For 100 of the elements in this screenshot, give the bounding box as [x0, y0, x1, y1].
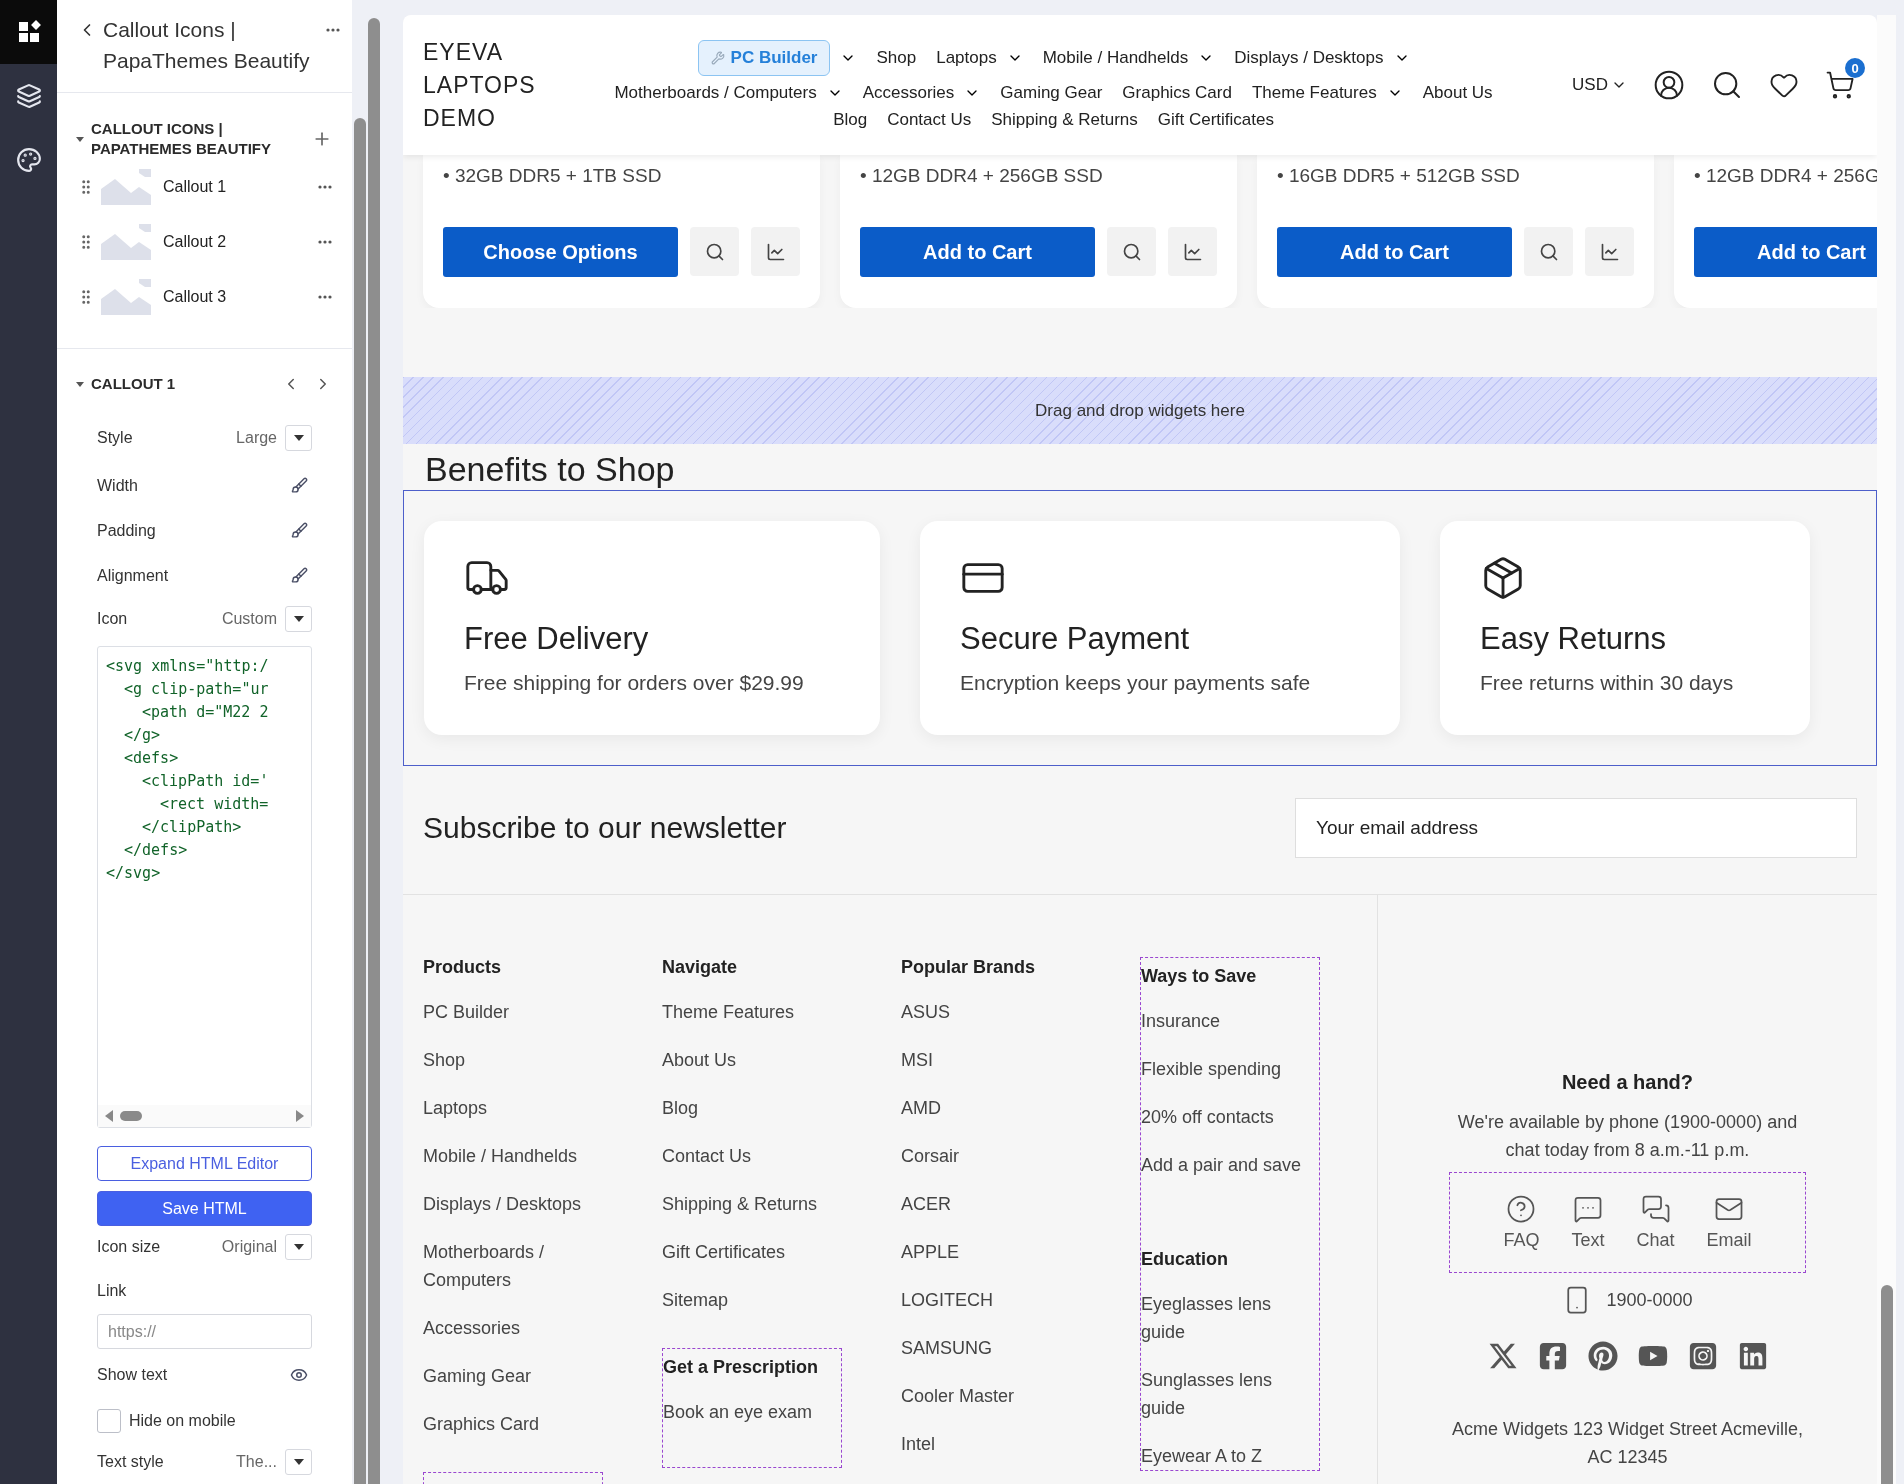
nav-link[interactable]: Motherboards / Computers	[614, 83, 817, 103]
footer-link[interactable]: Accessories	[423, 1314, 603, 1342]
social-link[interactable]	[1737, 1341, 1768, 1371]
add-to-cart-button[interactable]: Add to Cart	[860, 227, 1095, 277]
footer-link[interactable]: Eyewear A to Z	[1141, 1442, 1319, 1470]
contact-button[interactable]: FAQ	[1503, 1194, 1540, 1251]
footer-link[interactable]: Intel	[901, 1430, 1081, 1458]
save-button[interactable]: Save HTML	[97, 1191, 312, 1226]
nav-link[interactable]: Shipping & Returns	[991, 110, 1138, 130]
footer-link[interactable]: Motherboards / Computers	[423, 1238, 603, 1294]
footer-link[interactable]: SAMSUNG	[901, 1334, 1081, 1362]
footer-link[interactable]: APPLE	[901, 1238, 1081, 1266]
callout-item[interactable]: Callout 3	[157, 287, 308, 306]
footer-link[interactable]: MSI	[901, 1046, 1081, 1074]
nav-link[interactable]: Contact Us	[887, 110, 972, 130]
dropdown-button[interactable]	[285, 425, 312, 451]
footer-link[interactable]: LOGITECH	[901, 1286, 1081, 1314]
scrollbar[interactable]	[368, 18, 380, 1484]
social-link[interactable]	[1687, 1341, 1718, 1371]
footer-link[interactable]: Corsair	[901, 1142, 1081, 1170]
dropdown-button[interactable]	[285, 606, 312, 632]
caret-down-icon[interactable]	[75, 134, 85, 144]
footer-link[interactable]: Sitemap	[662, 1286, 842, 1314]
footer-link[interactable]: About Us	[662, 1046, 842, 1074]
footer-link[interactable]: Flexible spending	[1141, 1055, 1319, 1083]
nav-link[interactable]: Accessories	[862, 83, 955, 103]
footer-link[interactable]: Shipping & Returns	[662, 1190, 842, 1218]
field-label: Style	[97, 429, 134, 447]
footer-link[interactable]: Eyeglasses lens guide	[1141, 1290, 1319, 1346]
contact-button[interactable]: Email	[1706, 1194, 1752, 1251]
callout-item[interactable]: Callout 1	[157, 177, 308, 196]
nav-link[interactable]: Displays / Desktops	[1234, 48, 1384, 68]
palette-icon	[15, 147, 42, 173]
nav-link[interactable]: Blog	[833, 110, 868, 130]
add-to-cart-button[interactable]: Add to Cart	[1694, 227, 1877, 277]
footer-link[interactable]: ACER	[901, 1190, 1081, 1218]
store-logo[interactable]: EYEVA LAPTOPS DEMO	[423, 35, 535, 135]
footer-link[interactable]: Add a pair and save	[1141, 1151, 1319, 1179]
caret-down-icon[interactable]	[75, 379, 85, 389]
footer-link[interactable]: Contact Us	[662, 1142, 842, 1170]
footer-link[interactable]: Laptops	[423, 1094, 603, 1122]
search-button[interactable]	[1524, 227, 1573, 276]
footer-link[interactable]: Sunglasses lens guide	[1141, 1366, 1319, 1422]
nav-link[interactable]: Laptops	[936, 48, 997, 68]
section-title: CALLOUT ICONS | PAPATHEMES BEAUTIFY	[91, 119, 272, 159]
footer-link[interactable]: 20% off contacts	[1141, 1103, 1319, 1131]
footer-link[interactable]: Gaming Gear	[423, 1362, 603, 1390]
add-to-cart-button[interactable]: Add to Cart	[1277, 227, 1512, 277]
nav-link[interactable]: Shop	[876, 48, 917, 68]
footer-link[interactable]: Mobile / Handhelds	[423, 1142, 603, 1170]
code-editor[interactable]: <svg xmlns="http:/ <g clip-path="ur <path d="M22 2 </g> <defs> <clipPath id=' <rect width= </clipPath> </defs> </svg>	[97, 646, 312, 1128]
footer-link[interactable]: PC Builder	[423, 998, 603, 1026]
contact-button[interactable]: Chat	[1636, 1194, 1675, 1251]
footer-link[interactable]: Book an eye exam	[663, 1398, 841, 1426]
search-button[interactable]	[1107, 227, 1156, 276]
footer-link[interactable]: Theme Features	[662, 998, 842, 1026]
nav-link[interactable]: About Us	[1422, 83, 1493, 103]
social-link[interactable]	[1587, 1341, 1618, 1371]
footer-link[interactable]: Gift Certificates	[662, 1238, 842, 1266]
add-to-cart-button[interactable]: Choose Options	[443, 227, 678, 277]
link-input[interactable]: https://	[97, 1314, 312, 1349]
social-link[interactable]	[1537, 1341, 1568, 1371]
scrollbar-thumb[interactable]	[120, 1111, 142, 1121]
email-input[interactable]: Your email address	[1295, 798, 1857, 858]
footer-link[interactable]: Insurance	[1141, 1007, 1319, 1035]
expand-editor-button[interactable]: Expand HTML Editor	[97, 1146, 312, 1181]
footer-link[interactable]: Graphics Card	[423, 1410, 603, 1438]
dropdown-button[interactable]	[285, 1234, 312, 1260]
speech-bubble-icon	[1572, 1194, 1603, 1224]
nav-link[interactable]: Theme Features	[1251, 83, 1377, 103]
callout-item[interactable]: Callout 2	[157, 232, 308, 251]
help-title: Need a hand?	[1561, 1071, 1694, 1094]
footer-link[interactable]: Shop	[423, 1046, 603, 1074]
pc-builder-button[interactable]: PC Builder	[697, 40, 831, 76]
footer-heading: Get a Prescription	[663, 1357, 820, 1378]
currency-selector[interactable]: USD	[1572, 75, 1627, 95]
footer-link[interactable]: ASUS	[901, 998, 1081, 1026]
social-link[interactable]	[1487, 1341, 1518, 1371]
scrollbar[interactable]	[354, 118, 366, 1484]
footer-link[interactable]: AMD	[901, 1094, 1081, 1122]
footer-link[interactable]: Blog	[662, 1094, 842, 1122]
footer-link[interactable]: Cooler Master	[901, 1382, 1081, 1410]
chart-button[interactable]	[1585, 227, 1634, 276]
chart-button[interactable]	[751, 227, 800, 276]
contact-button[interactable]: Text	[1571, 1194, 1605, 1251]
search-button[interactable]	[690, 227, 739, 276]
search-icon[interactable]	[1711, 69, 1743, 101]
nav-link[interactable]: Mobile / Handhelds	[1042, 48, 1189, 68]
scroll-right-icon[interactable]	[295, 1110, 305, 1122]
chart-button[interactable]	[1168, 227, 1217, 276]
nav-link[interactable]: Graphics Card	[1122, 83, 1232, 103]
account-icon[interactable]	[1653, 69, 1685, 101]
footer-link[interactable]: Displays / Desktops	[423, 1190, 603, 1218]
nav-link[interactable]: Gift Certificates	[1157, 110, 1274, 130]
scrollbar[interactable]	[1880, 1285, 1893, 1484]
code-line: <clipPath id='	[141, 771, 270, 792]
checkbox[interactable]	[97, 1409, 121, 1433]
scroll-left-icon[interactable]	[104, 1110, 114, 1122]
dropdown-button[interactable]	[285, 1449, 312, 1475]
nav-link[interactable]: Gaming Gear	[1000, 83, 1103, 103]
